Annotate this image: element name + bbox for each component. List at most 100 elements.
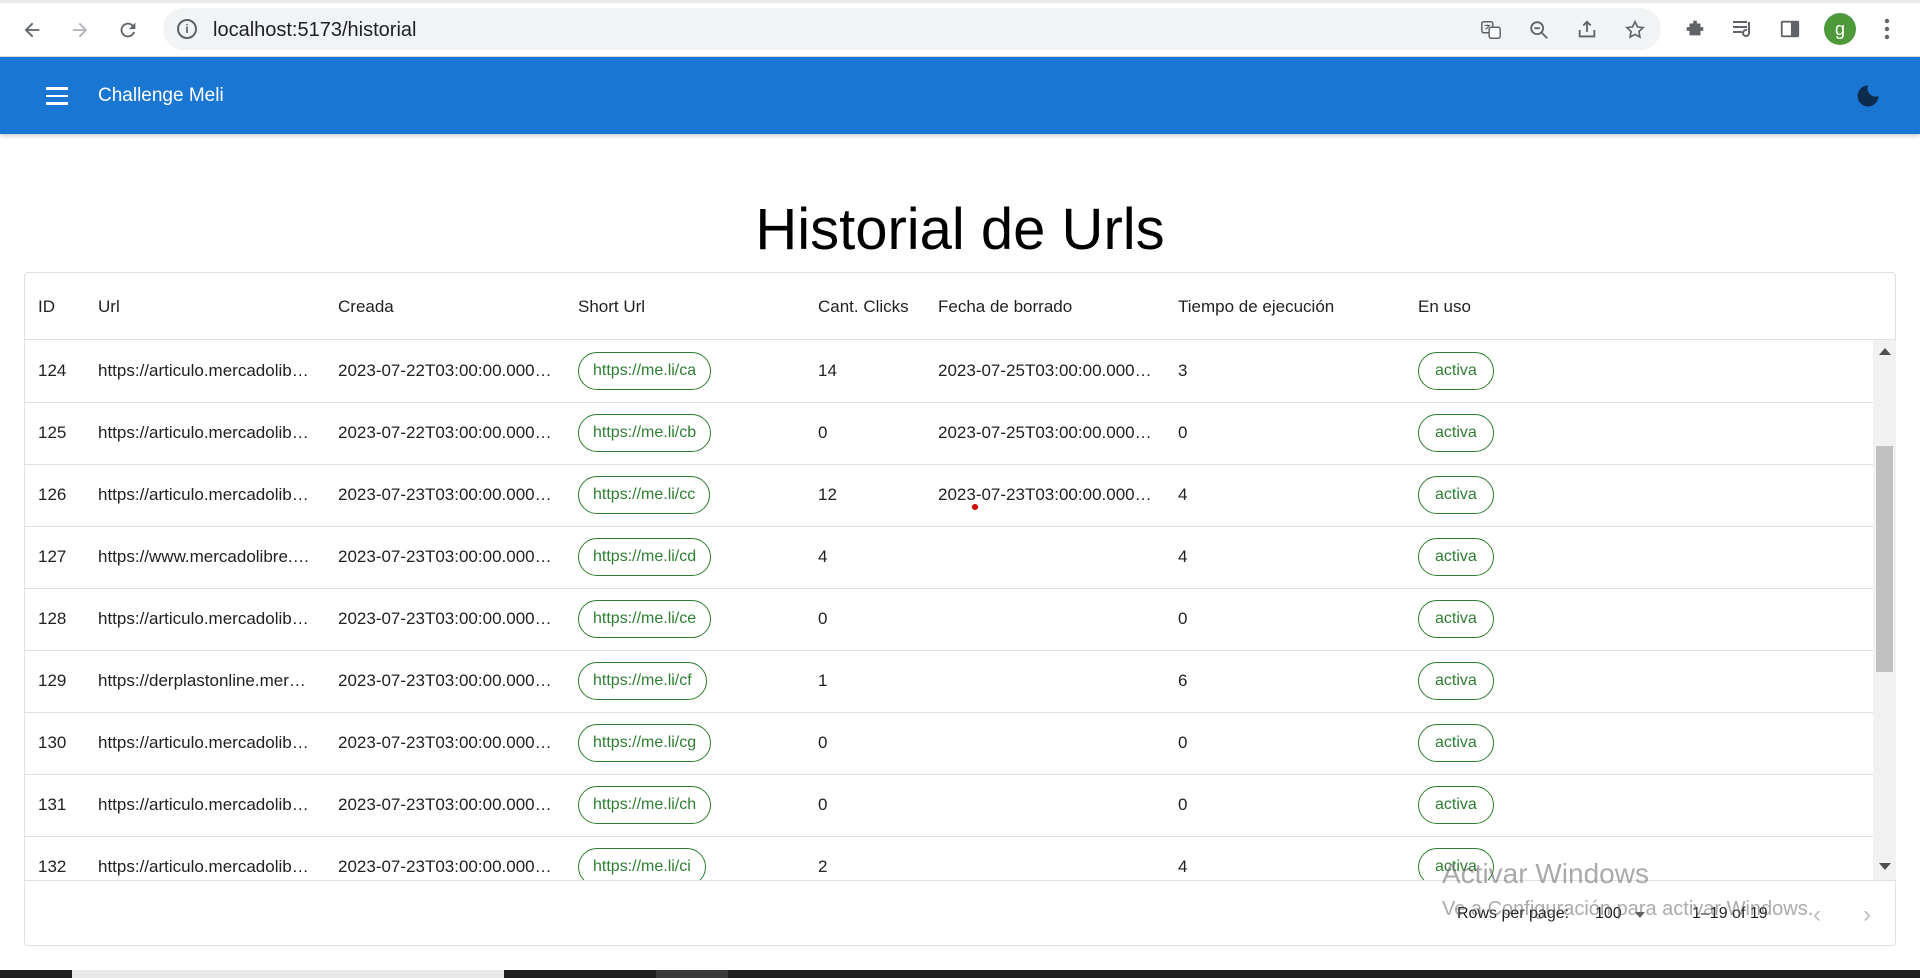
cell-exec-time: 4 xyxy=(1178,485,1188,504)
cell-created: 2023-07-23T03:00:00.000… xyxy=(338,733,552,752)
cell-deleted-at: 2023-07-25T03:00:00.000… xyxy=(938,361,1152,380)
browser-menu-icon[interactable] xyxy=(1872,14,1902,44)
cell-exec-time: 4 xyxy=(1178,857,1188,876)
cell-clicks: 1 xyxy=(818,671,828,690)
cell-created: 2023-07-23T03:00:00.000… xyxy=(338,795,552,814)
grid-scrollbar[interactable] xyxy=(1873,340,1896,880)
profile-avatar[interactable]: g xyxy=(1824,13,1856,45)
status-chip: activa xyxy=(1418,414,1494,452)
back-icon[interactable] xyxy=(14,12,50,48)
table-row[interactable]: 126 https://articulo.mercadolib… 2023-07… xyxy=(25,464,1873,527)
status-chip: activa xyxy=(1418,476,1494,514)
table-row[interactable]: 127 https://www.mercadolibre.… 2023-07-2… xyxy=(25,526,1873,589)
cell-clicks: 0 xyxy=(818,733,828,752)
address-bar[interactable]: i localhost:5173/historial xyxy=(163,8,1661,50)
taskbar-item[interactable] xyxy=(656,970,728,978)
short-url-chip[interactable]: https://me.li/cf xyxy=(578,662,707,700)
short-url-chip[interactable]: https://me.li/cd xyxy=(578,538,712,576)
cell-in-use: activa xyxy=(1418,774,1494,836)
cell-created: 2023-07-22T03:00:00.000… xyxy=(338,361,552,380)
column-header-exec-time[interactable]: Tiempo de ejecución xyxy=(1178,297,1334,317)
cell-created: 2023-07-22T03:00:00.000… xyxy=(338,423,552,442)
bookmark-star-icon[interactable] xyxy=(1623,18,1647,42)
short-url-chip[interactable]: https://me.li/cc xyxy=(578,476,711,514)
cell-short-url: https://me.li/cf xyxy=(578,650,707,712)
table-row[interactable]: 129 https://derplastonline.mer… 2023-07-… xyxy=(25,650,1873,713)
menu-icon[interactable] xyxy=(40,79,74,113)
cell-id: 126 xyxy=(38,485,67,504)
app-bar: Challenge Meli xyxy=(0,57,1920,134)
translate-icon[interactable] xyxy=(1479,18,1503,42)
cell-id: 125 xyxy=(38,423,67,442)
table-row[interactable]: 131 https://articulo.mercadolib… 2023-07… xyxy=(25,774,1873,837)
short-url-chip[interactable]: https://me.li/ca xyxy=(578,352,712,390)
reading-list-icon[interactable] xyxy=(1728,14,1758,44)
cell-exec-time: 0 xyxy=(1178,423,1188,442)
table-row[interactable]: 124 https://articulo.mercadolib… 2023-07… xyxy=(25,340,1873,403)
cell-short-url: https://me.li/ci xyxy=(578,836,706,880)
previous-page-icon[interactable]: ‹ xyxy=(1813,901,1821,929)
column-header-in-use[interactable]: En uso xyxy=(1418,297,1471,317)
status-chip: activa xyxy=(1418,600,1494,638)
cell-deleted-at xyxy=(938,588,1158,650)
scroll-thumb[interactable] xyxy=(1876,446,1893,672)
short-url-chip[interactable]: https://me.li/ch xyxy=(578,786,712,824)
cell-exec-time: 0 xyxy=(1178,609,1188,628)
cell-created: 2023-07-23T03:00:00.000… xyxy=(338,547,552,566)
column-header-short-url[interactable]: Short Url xyxy=(578,297,645,317)
cell-in-use: activa xyxy=(1418,340,1494,402)
cell-in-use: activa xyxy=(1418,526,1494,588)
cell-deleted-at xyxy=(938,712,1158,774)
column-header-created[interactable]: Creada xyxy=(338,297,394,317)
scroll-up-arrow-icon[interactable] xyxy=(1879,348,1891,355)
cell-id: 124 xyxy=(38,361,67,380)
share-icon[interactable] xyxy=(1575,18,1599,42)
zoom-out-icon[interactable] xyxy=(1527,18,1551,42)
scroll-down-arrow-icon[interactable] xyxy=(1879,863,1891,870)
cell-created: 2023-07-23T03:00:00.000… xyxy=(338,857,552,876)
cell-created: 2023-07-23T03:00:00.000… xyxy=(338,609,552,628)
column-header-id[interactable]: ID xyxy=(38,297,55,317)
cell-deleted-at: 2023-07-23T03:00:00.000… xyxy=(938,485,1152,504)
table-row[interactable]: 128 https://articulo.mercadolib… 2023-07… xyxy=(25,588,1873,651)
forward-icon[interactable] xyxy=(62,12,98,48)
short-url-chip[interactable]: https://me.li/cb xyxy=(578,414,712,452)
cell-created: 2023-07-23T03:00:00.000… xyxy=(338,485,552,504)
cell-deleted-at xyxy=(938,650,1158,712)
short-url-chip[interactable]: https://me.li/cg xyxy=(578,724,712,762)
cell-exec-time: 4 xyxy=(1178,547,1188,566)
status-chip: activa xyxy=(1418,662,1494,700)
cell-exec-time: 0 xyxy=(1178,795,1188,814)
cell-in-use: activa xyxy=(1418,650,1494,712)
table-row[interactable]: 130 https://articulo.mercadolib… 2023-07… xyxy=(25,712,1873,775)
grid-body: 124 https://articulo.mercadolib… 2023-07… xyxy=(25,340,1873,880)
reload-icon[interactable] xyxy=(110,12,146,48)
table-row[interactable]: 125 https://articulo.mercadolib… 2023-07… xyxy=(25,402,1873,465)
cell-url: https://articulo.mercadolib… xyxy=(98,609,309,628)
cell-clicks: 2 xyxy=(818,857,828,876)
extensions-icon[interactable] xyxy=(1680,14,1710,44)
cell-short-url: https://me.li/ce xyxy=(578,588,712,650)
url-history-grid: ID Url Creada Short Url Cant. Clicks Fec… xyxy=(24,272,1896,946)
next-page-icon[interactable]: › xyxy=(1863,901,1871,929)
taskbar-item[interactable] xyxy=(72,970,504,978)
short-url-chip[interactable]: https://me.li/ce xyxy=(578,600,712,638)
address-url[interactable]: localhost:5173/historial xyxy=(213,19,416,42)
taskbar xyxy=(0,970,1920,978)
cell-url: https://articulo.mercadolib… xyxy=(98,857,309,876)
cell-short-url: https://me.li/cb xyxy=(578,402,712,464)
cell-clicks: 12 xyxy=(818,485,837,504)
cell-id: 132 xyxy=(38,857,67,876)
cell-clicks: 0 xyxy=(818,795,828,814)
site-info-icon[interactable]: i xyxy=(177,19,197,39)
column-header-clicks[interactable]: Cant. Clicks xyxy=(818,297,909,317)
column-header-url[interactable]: Url xyxy=(98,297,120,317)
cell-deleted-at xyxy=(938,836,1158,880)
short-url-chip[interactable]: https://me.li/ci xyxy=(578,848,706,880)
dark-mode-toggle-icon[interactable] xyxy=(1854,82,1882,110)
cell-clicks: 0 xyxy=(818,423,828,442)
cell-exec-time: 0 xyxy=(1178,733,1188,752)
column-header-deleted-at[interactable]: Fecha de borrado xyxy=(938,297,1072,317)
side-panel-icon[interactable] xyxy=(1775,14,1805,44)
cell-deleted-at xyxy=(938,526,1158,588)
